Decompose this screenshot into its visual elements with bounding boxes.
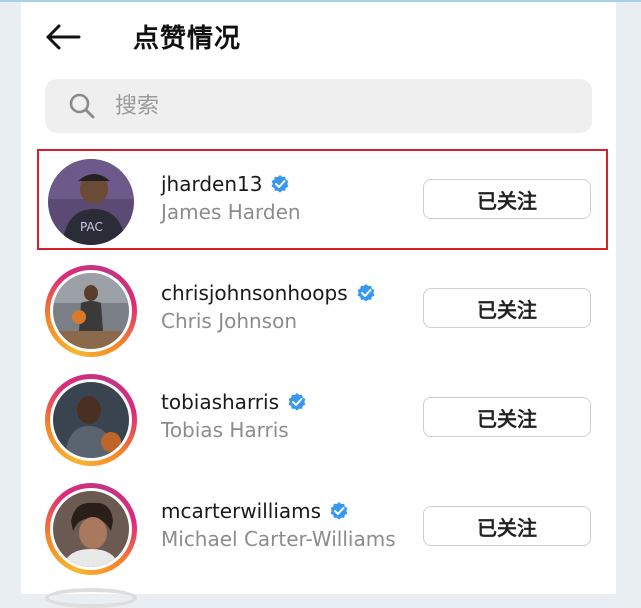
next-avatar-peek (45, 588, 137, 608)
avatar[interactable]: PAC (45, 156, 137, 248)
following-button[interactable]: 已关注 (423, 179, 591, 219)
avatar-photo (53, 491, 129, 567)
username-text: mcarterwilliams (161, 499, 322, 523)
list-item[interactable]: tobiasharris Tobias Harris 已关注 (21, 370, 616, 470)
verified-badge-icon (357, 284, 375, 302)
back-arrow-icon (46, 24, 81, 50)
following-button[interactable]: 已关注 (423, 506, 591, 546)
username-text: tobiasharris (161, 390, 280, 414)
user-names: jharden13 James Harden (161, 172, 301, 224)
avatar-story-ring[interactable] (45, 374, 137, 466)
full-name: Tobias Harris (161, 418, 289, 442)
avatar-photo (53, 273, 129, 349)
username-text: chrisjohnsonhoops (161, 281, 348, 305)
list-item[interactable]: PAC jharden13 James Harden 已关注 (21, 152, 616, 252)
list-item[interactable]: chrisjohnsonhoops Chris Johnson 已关注 (21, 261, 616, 361)
username[interactable]: jharden13 (161, 172, 301, 196)
following-button[interactable]: 已关注 (423, 288, 591, 328)
username[interactable]: chrisjohnsonhoops (161, 281, 376, 305)
header: 点赞情况 (21, 2, 616, 72)
user-names: mcarterwilliams Michael Carter-Williams (161, 499, 396, 551)
username[interactable]: mcarterwilliams (161, 499, 396, 523)
verified-badge-icon (272, 175, 289, 193)
search-input[interactable] (113, 92, 547, 120)
full-name: Michael Carter-Williams (161, 527, 396, 551)
avatar-story-ring[interactable] (45, 483, 137, 575)
verified-badge-icon (288, 393, 306, 411)
username[interactable]: tobiasharris (161, 390, 307, 414)
likes-panel: 点赞情况 PAC (21, 2, 616, 608)
user-names: tobiasharris Tobias Harris (161, 390, 307, 442)
avatar-photo: PAC (48, 159, 134, 245)
verified-badge-icon (330, 502, 348, 520)
full-name: James Harden (161, 200, 301, 224)
avatar-photo (53, 382, 129, 458)
search-bar[interactable] (45, 79, 592, 133)
user-names: chrisjohnsonhoops Chris Johnson (161, 281, 376, 333)
back-button[interactable] (43, 20, 83, 54)
full-name: Chris Johnson (161, 309, 298, 333)
svg-text:PAC: PAC (80, 220, 103, 234)
search-icon (69, 93, 95, 119)
page-title: 点赞情况 (133, 24, 242, 54)
following-button[interactable]: 已关注 (423, 397, 591, 437)
avatar-story-ring[interactable] (45, 265, 137, 357)
list-item[interactable]: mcarterwilliams Michael Carter-Williams … (21, 479, 616, 579)
username-text: jharden13 (161, 172, 263, 196)
